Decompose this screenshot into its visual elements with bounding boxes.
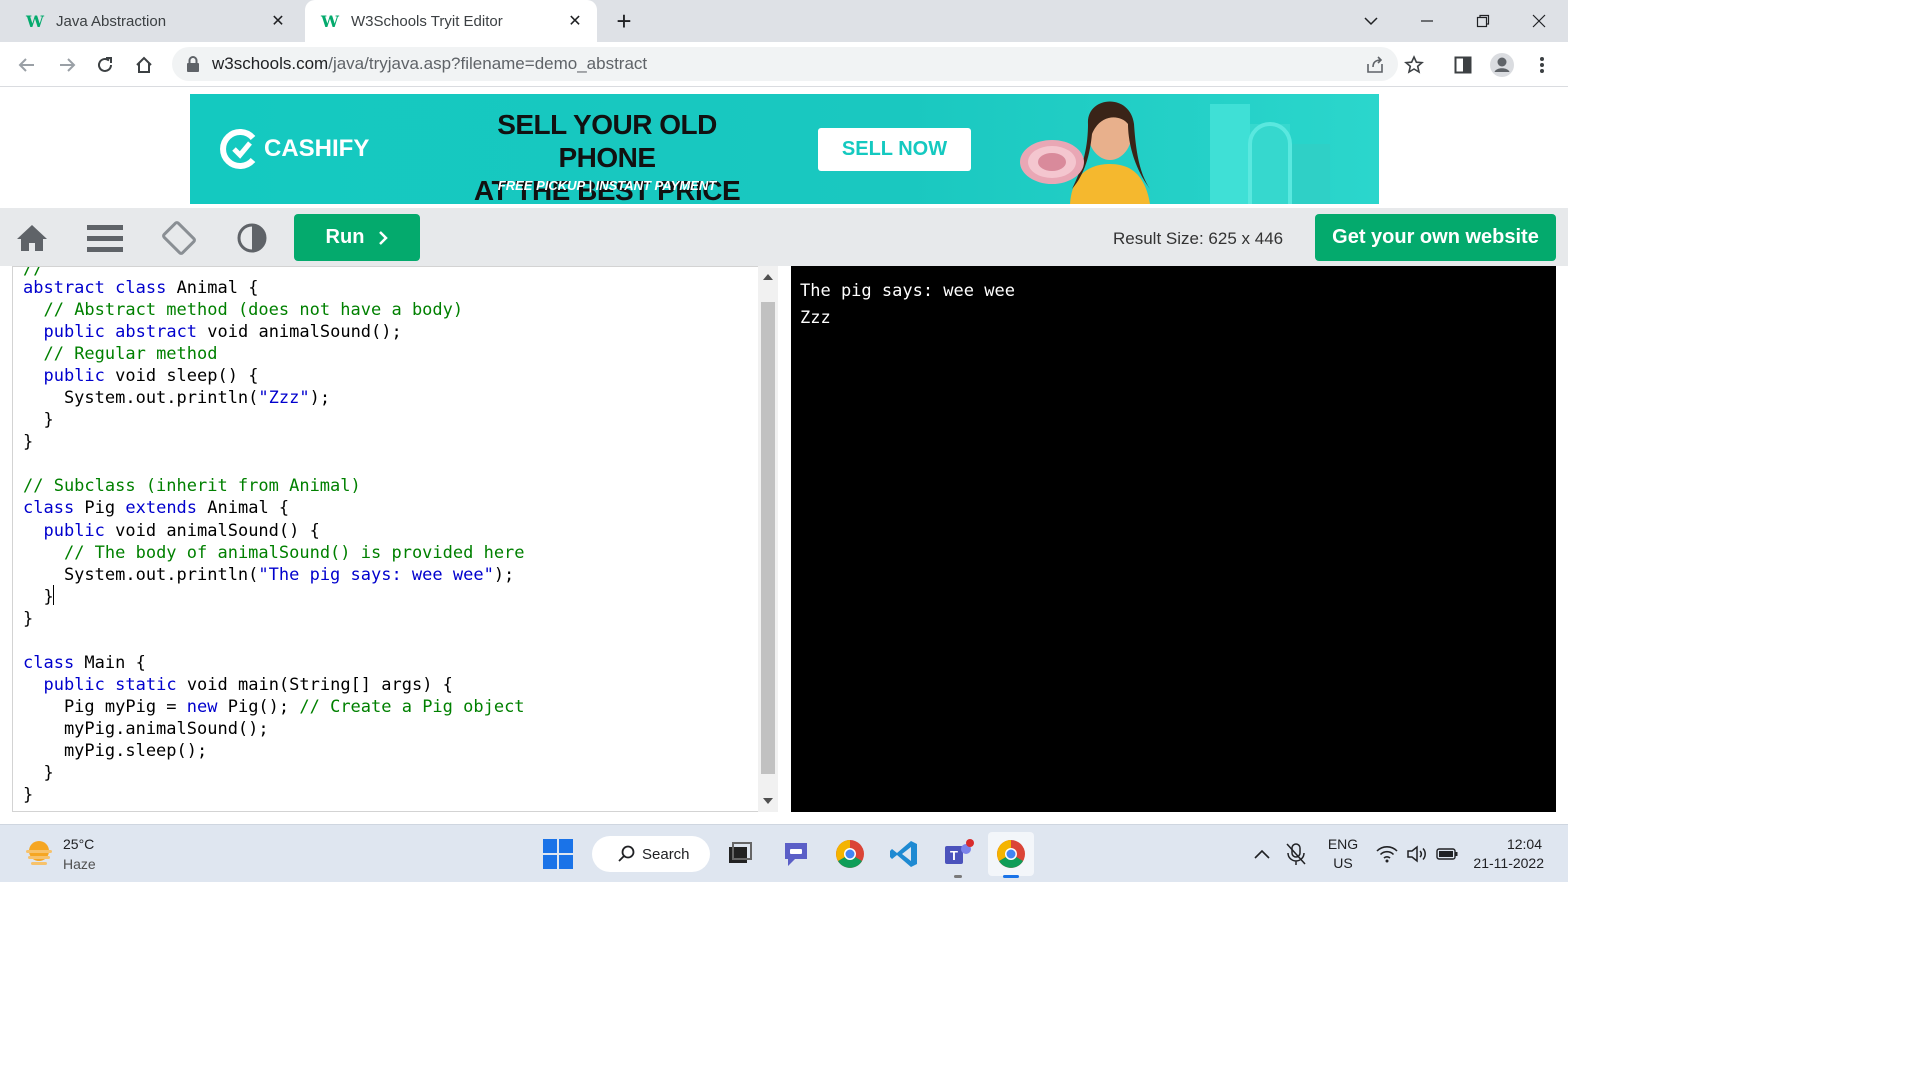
profile-avatar-icon[interactable] [1487,50,1517,80]
code-line: class Main { [23,652,146,673]
code-line: } [23,785,34,806]
back-icon[interactable] [12,50,42,80]
weather-temp[interactable]: 25°C [63,836,94,852]
tab-title: W3Schools Tryit Editor [351,12,503,30]
code-line: public void animalSound() { [43,520,320,541]
code-line: System.out.println("The pig says: wee we… [23,564,515,585]
scroll-down-arrow[interactable] [763,798,773,804]
close-icon[interactable]: ✕ [565,11,585,31]
language-indicator[interactable]: ENG US [1322,836,1364,871]
editor-toolbar: Run Result Size: 625 x 446 Get your own … [0,208,1568,266]
ad-model-illustration [1020,101,1330,204]
tab-search-icon[interactable] [1356,6,1386,36]
dark-mode-icon[interactable] [234,220,270,256]
taskbar-search[interactable]: Search [592,836,710,872]
running-indicator [954,875,962,878]
svg-text:T: T [950,848,958,863]
reload-icon[interactable] [90,50,120,80]
browser-tab-strip: W Java Abstraction ✕ W W3Schools Tryit E… [0,0,1568,42]
editor-scrollbar[interactable] [758,266,778,812]
program-output: The pig says: wee wee Zzz [800,278,1015,332]
tab-title: Java Abstraction [56,12,167,30]
rotate-orientation-icon[interactable] [161,220,197,256]
share-icon[interactable] [1360,50,1390,80]
minimize-button[interactable] [1412,6,1442,36]
cashify-logo: CASHIFY [220,128,369,170]
windows-start-icon[interactable] [538,834,578,874]
code-line: // The body of animalSound() is provided… [63,542,525,563]
tab-java-abstraction[interactable]: W Java Abstraction ✕ [10,0,300,42]
code-line: myPig.animalSound(); [23,718,269,739]
code-line: myPig.sleep(); [23,740,208,761]
code-line: } [23,608,34,629]
search-icon [618,845,635,862]
result-size-label: Result Size: 625 x 446 [1113,229,1284,248]
code-editor[interactable]: // abstract class Animal { // Abstract m… [12,266,778,812]
new-tab-button[interactable]: + [610,8,638,36]
restore-button[interactable] [1468,6,1498,36]
code-line: public abstract void animalSound(); [43,322,402,343]
output-line: Zzz [800,308,831,328]
close-window-button[interactable] [1524,6,1554,36]
code-line: } [23,763,54,784]
browser-toolbar: w3schools.com/java/tryjava.asp?filename=… [0,42,1568,87]
code-line: class Pig extends Animal { [23,498,290,519]
code-text[interactable]: abstract class Animal { // Abstract meth… [23,277,525,806]
weather-haze-icon[interactable] [22,837,56,871]
chevron-right-icon [379,230,389,245]
menu-icon[interactable] [87,220,123,256]
teams-icon[interactable]: T [938,834,978,874]
address-bar[interactable]: w3schools.com/java/tryjava.asp?filename=… [172,47,1398,81]
output-line: The pig says: wee wee [800,281,1015,301]
code-line: // Regular method [43,344,218,365]
home-icon[interactable] [14,220,50,256]
close-icon[interactable]: ✕ [268,11,288,31]
ad-banner[interactable]: CASHIFY SELL YOUR OLD PHONE AT THE BEST … [190,94,1379,204]
code-line: abstract class Animal { [23,278,259,298]
forward-icon[interactable] [52,50,82,80]
cashify-logo-icon [220,129,256,169]
task-view-icon[interactable] [720,834,760,874]
result-pane: The pig says: wee wee Zzz [791,266,1556,812]
side-panel-icon[interactable] [1448,50,1478,80]
teams-chat-icon[interactable] [776,834,816,874]
code-line: } [23,432,34,453]
mic-muted-icon[interactable] [1276,834,1316,874]
lock-icon[interactable] [186,56,200,72]
home-icon[interactable] [129,50,159,80]
w3schools-icon: W [321,11,339,31]
battery-icon[interactable] [1430,834,1464,874]
code-line: } [23,586,54,607]
scrollbar-thumb[interactable] [761,302,775,774]
tab-tryit-editor[interactable]: W W3Schools Tryit Editor ✕ [305,0,597,42]
scroll-up-arrow[interactable] [763,274,773,280]
bookmark-star-icon[interactable] [1399,50,1429,80]
vscode-icon[interactable] [884,834,924,874]
w3schools-icon: W [26,11,44,31]
text-cursor [53,585,54,605]
chrome-active-icon[interactable] [988,832,1034,876]
system-clock[interactable]: 12:04 21-11-2022 [1470,836,1550,871]
menu-kebab-icon[interactable] [1527,50,1557,80]
windows-taskbar: 25°C Haze Search T ENG US 12:04 21-11-20… [0,824,1568,882]
sell-now-button[interactable]: SELL NOW [818,128,971,171]
url-text: w3schools.com/java/tryjava.asp?filename=… [212,54,648,73]
chrome-icon[interactable] [830,834,870,874]
active-indicator [1003,875,1019,878]
code-line: public static void main(String[] args) { [43,674,453,695]
code-line: } [23,410,54,431]
code-line: System.out.println("Zzz"); [23,388,331,409]
code-line: public void sleep() { [43,366,259,387]
volume-icon[interactable] [1400,834,1434,874]
ad-subline: FREE PICKUP | INSTANT PAYMENT [497,178,717,193]
code-line: // Abstract method (does not have a body… [43,300,464,321]
run-button[interactable]: Run [294,214,420,261]
code-line: // Subclass (inherit from Animal) [23,476,361,497]
wifi-icon[interactable] [1370,834,1404,874]
weather-desc[interactable]: Haze [63,856,96,872]
code-line: Pig myPig = new Pig(); // Create a Pig o… [23,696,525,717]
get-your-own-website-button[interactable]: Get your own website [1315,214,1556,261]
